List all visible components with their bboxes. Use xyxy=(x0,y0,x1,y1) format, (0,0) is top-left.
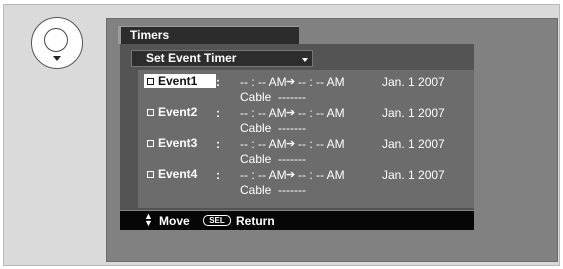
start-time[interactable]: -- : -- AM xyxy=(240,137,287,151)
event-list: Event1 : -- : -- AM ➔ -- : -- AM Jan. 1 … xyxy=(138,70,474,208)
event-label-4[interactable]: Event4 xyxy=(144,167,216,181)
remote-select-button[interactable] xyxy=(31,17,83,69)
return-hint: Return xyxy=(236,214,275,228)
event-date[interactable]: Jan. 1 2007 xyxy=(382,75,445,89)
event-name: Event4 xyxy=(158,167,198,181)
checkbox-icon xyxy=(147,109,154,116)
sel-button-icon: SEL xyxy=(203,215,231,226)
event-name: Event3 xyxy=(158,136,198,150)
dropdown-label: Set Event Timer xyxy=(146,51,237,65)
event-label-1[interactable]: Event1 xyxy=(144,74,216,88)
event-label-3[interactable]: Event3 xyxy=(144,136,216,150)
event-source[interactable]: Cable ------- xyxy=(240,121,306,135)
up-down-arrow-icon: ▲ ▼ xyxy=(144,211,153,228)
event-name: Event2 xyxy=(158,105,198,119)
end-time[interactable]: -- : -- AM xyxy=(298,168,345,182)
arrow-right-icon: ➔ xyxy=(286,76,296,88)
event-source[interactable]: Cable ------- xyxy=(240,90,306,104)
event-name: Event1 xyxy=(158,74,198,88)
end-time[interactable]: -- : -- AM xyxy=(298,137,345,151)
menu-title: Timers xyxy=(130,28,170,42)
start-time[interactable]: -- : -- AM xyxy=(240,168,287,182)
separator: : xyxy=(216,106,220,120)
end-time[interactable]: -- : -- AM xyxy=(298,106,345,120)
event-row-3[interactable]: Event3 : -- : -- AM ➔ -- : -- AM Jan. 1 … xyxy=(138,135,474,166)
event-date[interactable]: Jan. 1 2007 xyxy=(382,137,445,151)
event-row-2[interactable]: Event2 : -- : -- AM ➔ -- : -- AM Jan. 1 … xyxy=(138,104,474,135)
event-row-1[interactable]: Event1 : -- : -- AM ➔ -- : -- AM Jan. 1 … xyxy=(138,73,474,104)
checkbox-icon xyxy=(147,78,154,85)
event-date[interactable]: Jan. 1 2007 xyxy=(382,106,445,120)
end-time[interactable]: -- : -- AM xyxy=(298,75,345,89)
event-label-2[interactable]: Event2 xyxy=(144,105,216,119)
separator: : xyxy=(216,137,220,151)
dropdown-arrow-icon xyxy=(302,58,308,62)
checkbox-icon xyxy=(147,140,154,147)
separator: : xyxy=(216,168,220,182)
event-source[interactable]: Cable ------- xyxy=(240,152,306,166)
select-button-icon xyxy=(44,28,68,52)
event-date[interactable]: Jan. 1 2007 xyxy=(382,168,445,182)
arrow-right-icon: ➔ xyxy=(286,107,296,119)
start-time[interactable]: -- : -- AM xyxy=(240,75,287,89)
separator: : xyxy=(216,75,220,89)
event-source[interactable]: Cable ------- xyxy=(240,183,306,197)
start-time[interactable]: -- : -- AM xyxy=(240,106,287,120)
event-row-4[interactable]: Event4 : -- : -- AM ➔ -- : -- AM Jan. 1 … xyxy=(138,166,474,197)
down-arrow-icon xyxy=(53,56,61,61)
move-hint: Move xyxy=(159,214,190,228)
checkbox-icon xyxy=(147,171,154,178)
arrow-right-icon: ➔ xyxy=(286,138,296,150)
arrow-right-icon: ➔ xyxy=(286,169,296,181)
